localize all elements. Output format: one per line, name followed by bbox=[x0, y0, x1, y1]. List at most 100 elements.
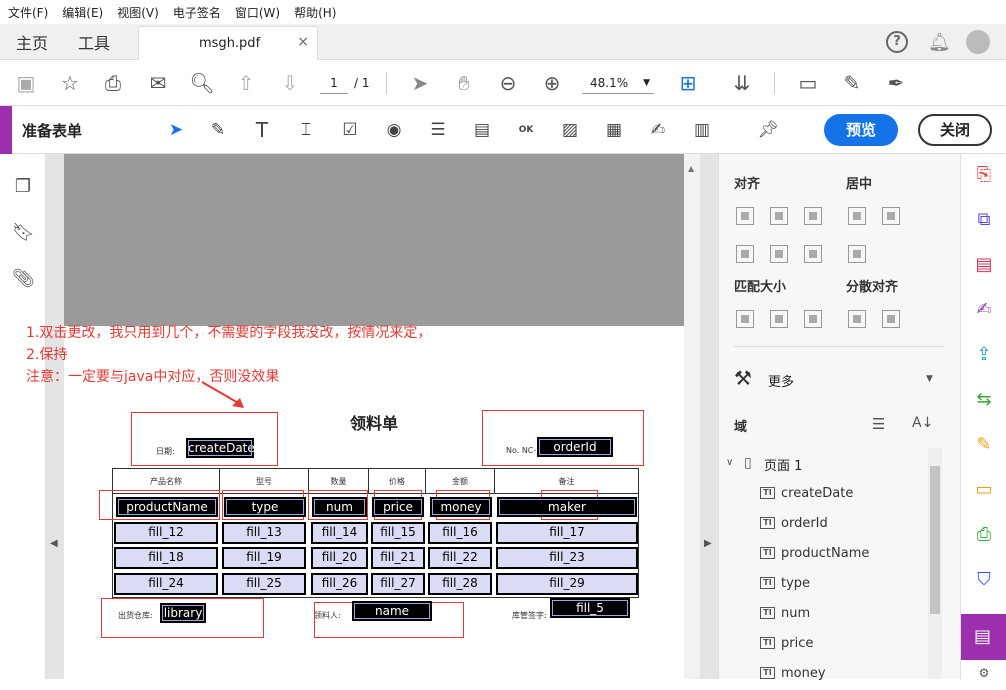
field-fill-20[interactable]: fill_20 bbox=[311, 547, 368, 569]
page-number-input[interactable]: 1 bbox=[320, 72, 348, 94]
field-fill-12[interactable]: fill_12 bbox=[114, 522, 218, 544]
star-icon[interactable]: ☆ bbox=[58, 71, 82, 95]
preview-button[interactable]: 预览 bbox=[824, 114, 898, 146]
field-createDate[interactable]: createDate bbox=[186, 438, 255, 458]
zoom-out-icon[interactable]: ⊖ bbox=[496, 71, 520, 95]
match-both-icon[interactable] bbox=[804, 310, 822, 328]
field-fill-15[interactable]: fill_15 bbox=[371, 522, 425, 544]
organize-pages-icon[interactable]: ▤ bbox=[973, 254, 995, 278]
menu-file[interactable]: 文件(F) bbox=[8, 4, 48, 21]
center-horizontal-icon[interactable] bbox=[848, 207, 866, 225]
align-middle-icon[interactable] bbox=[770, 245, 788, 263]
barcode-icon[interactable]: ▥ bbox=[690, 118, 714, 142]
field-list-item[interactable]: TI type bbox=[760, 572, 810, 594]
menu-view[interactable]: 视图(V) bbox=[117, 4, 159, 21]
match-width-icon[interactable] bbox=[736, 310, 754, 328]
field-type[interactable]: type bbox=[224, 497, 306, 517]
page-tree-node[interactable]: 页面 1 bbox=[764, 455, 802, 474]
field-fill-23[interactable]: fill_23 bbox=[496, 547, 638, 569]
radio-button-icon[interactable]: ◉ bbox=[382, 118, 406, 142]
field-productName[interactable]: productName bbox=[116, 497, 218, 517]
field-library[interactable]: library bbox=[160, 603, 206, 623]
field-num[interactable]: num bbox=[312, 497, 367, 517]
field-money[interactable]: money bbox=[430, 497, 492, 517]
list-box-icon[interactable]: ☰ bbox=[426, 118, 450, 142]
align-bottom-icon[interactable] bbox=[804, 245, 822, 263]
highlight-pen-icon[interactable]: ✎ bbox=[840, 71, 864, 95]
field-fill-19[interactable]: fill_19 bbox=[222, 547, 306, 569]
menu-help[interactable]: 帮助(H) bbox=[294, 4, 336, 21]
field-list-item[interactable]: TI orderId bbox=[760, 512, 828, 534]
compress-icon[interactable]: ⇆ bbox=[973, 389, 995, 413]
chevron-down-icon[interactable]: ∨ bbox=[726, 457, 733, 468]
collapse-left-icon[interactable]: ◀ bbox=[50, 538, 58, 549]
vertical-scrollbar[interactable]: ▲ bbox=[684, 154, 700, 679]
comment-icon[interactable]: ▭ bbox=[796, 71, 820, 95]
print-icon[interactable]: ⎙ bbox=[101, 71, 125, 95]
field-fill-13[interactable]: fill_13 bbox=[222, 522, 306, 544]
more-tools-icon[interactable]: ⚙ bbox=[973, 666, 995, 690]
field-fill-14[interactable]: fill_14 bbox=[311, 522, 368, 544]
center-vertical-icon[interactable] bbox=[848, 245, 866, 263]
sign-icon[interactable]: ✒ bbox=[884, 71, 908, 95]
checkbox-icon[interactable]: ☑ bbox=[338, 118, 362, 142]
zoom-in-icon[interactable]: ⊕ bbox=[540, 71, 564, 95]
tools-icon[interactable]: ⚒ bbox=[734, 366, 752, 390]
prepare-form-tool-active[interactable]: ▤ bbox=[961, 614, 1006, 660]
scroll-up-icon[interactable]: ▲ bbox=[688, 164, 694, 173]
fields-scrollbar[interactable] bbox=[928, 448, 942, 679]
field-list-item[interactable]: TI money bbox=[760, 662, 826, 684]
field-fill-5[interactable]: fill_5 bbox=[550, 598, 630, 618]
field-maker[interactable]: maker bbox=[497, 497, 637, 517]
align-center-horizontal-icon[interactable] bbox=[770, 207, 788, 225]
create-pdf-icon[interactable]: ⎘ bbox=[973, 164, 995, 188]
field-fill-28[interactable]: fill_28 bbox=[428, 573, 492, 595]
print-production-icon[interactable]: ⎙ bbox=[973, 524, 995, 548]
field-fill-21[interactable]: fill_21 bbox=[371, 547, 425, 569]
menu-edit[interactable]: 编辑(E) bbox=[62, 4, 103, 21]
avatar[interactable] bbox=[966, 30, 990, 54]
more-label[interactable]: 更多 bbox=[768, 371, 794, 390]
center-both-icon[interactable] bbox=[882, 207, 900, 225]
field-list-item[interactable]: TI productName bbox=[760, 542, 869, 564]
next-page-icon[interactable]: ⇩ bbox=[278, 71, 302, 95]
field-list-item[interactable]: TI createDate bbox=[760, 482, 853, 504]
distribute-vertical-icon[interactable] bbox=[882, 310, 900, 328]
menu-window[interactable]: 窗口(W) bbox=[235, 4, 280, 21]
align-top-icon[interactable] bbox=[736, 245, 754, 263]
chevron-down-icon[interactable]: ▼ bbox=[926, 374, 933, 384]
combine-files-icon[interactable]: ⧉ bbox=[973, 209, 995, 233]
export-pdf-icon[interactable]: ⇪ bbox=[973, 344, 995, 368]
dropdown-icon[interactable]: ▤ bbox=[470, 118, 494, 142]
field-fill-17[interactable]: fill_17 bbox=[496, 522, 638, 544]
fields-scrollbar-thumb[interactable] bbox=[930, 466, 940, 614]
text-tool-icon[interactable]: T bbox=[250, 118, 274, 142]
edit-form-icon[interactable]: ✎ bbox=[206, 118, 230, 142]
text-field-icon[interactable]: ⌶ bbox=[294, 118, 318, 142]
save-icon[interactable]: ▣ bbox=[14, 71, 38, 95]
protect-icon[interactable]: ⛉ bbox=[973, 569, 995, 593]
select-cursor-icon[interactable]: ➤ bbox=[408, 71, 432, 95]
distribute-horizontal-icon[interactable] bbox=[848, 310, 866, 328]
comment-icon[interactable]: ▭ bbox=[973, 479, 995, 503]
field-fill-26[interactable]: fill_26 bbox=[311, 573, 368, 595]
field-fill-18[interactable]: fill_18 bbox=[114, 547, 218, 569]
menu-esign[interactable]: 电子签名 bbox=[173, 4, 221, 21]
mail-icon[interactable]: ✉ bbox=[146, 71, 170, 95]
field-price[interactable]: price bbox=[372, 497, 424, 517]
sort-az-icon[interactable]: A↓ bbox=[912, 415, 933, 431]
field-list-item[interactable]: TI price bbox=[760, 632, 813, 654]
collapse-right-icon[interactable]: ▶ bbox=[704, 538, 712, 549]
field-fill-25[interactable]: fill_25 bbox=[222, 573, 306, 595]
bell-icon[interactable]: 🔔︎ bbox=[928, 32, 951, 53]
fill-sign-icon[interactable]: ✍ bbox=[973, 299, 995, 323]
field-fill-16[interactable]: fill_16 bbox=[428, 522, 492, 544]
close-button[interactable]: 关闭 bbox=[918, 114, 992, 146]
scroll-mode-icon[interactable]: ⇊ bbox=[730, 71, 754, 95]
pin-icon[interactable]: 📌︎ bbox=[756, 118, 780, 142]
align-right-icon[interactable] bbox=[804, 207, 822, 225]
help-icon[interactable]: ? bbox=[886, 31, 908, 53]
field-fill-29[interactable]: fill_29 bbox=[496, 573, 638, 595]
field-list-item[interactable]: TI num bbox=[760, 602, 810, 624]
bookmark-icon[interactable]: 🔖︎ bbox=[12, 222, 35, 244]
